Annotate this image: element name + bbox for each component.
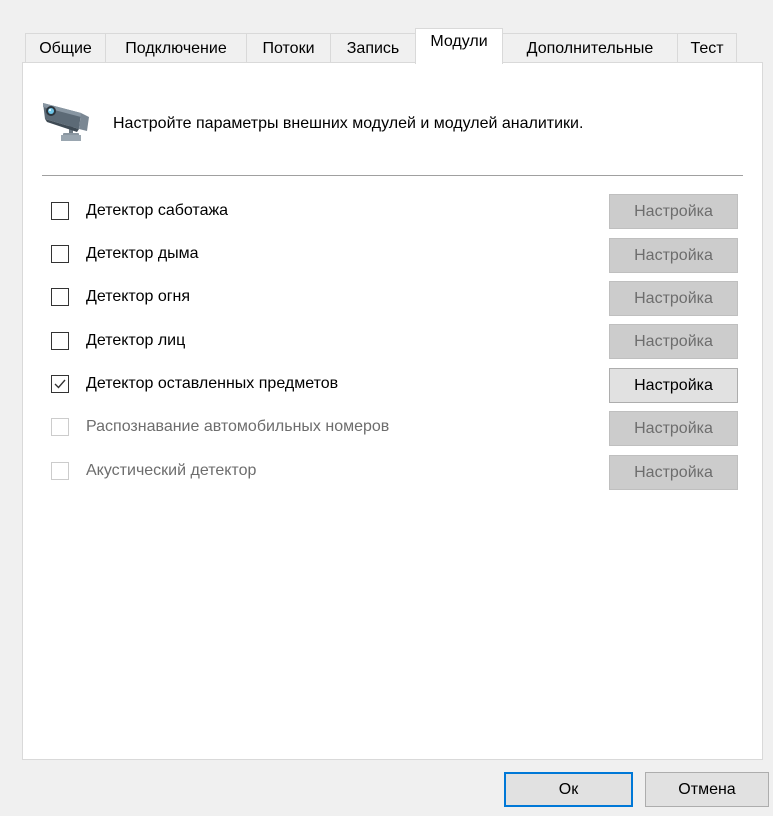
tab-strip: Общие Подключение Потоки Запись Модули Д…: [25, 28, 737, 64]
checkbox: [51, 418, 69, 436]
setup-button-abandoned-object[interactable]: Настройка: [609, 368, 738, 403]
panel-description: Настройте параметры внешних модулей и мо…: [113, 115, 584, 132]
module-label: Детектор лиц: [86, 332, 186, 349]
module-label: Детектор саботажа: [86, 202, 229, 219]
modules-panel: Настройте параметры внешних модулей и мо…: [22, 62, 763, 760]
module-label: Распознавание автомобильных номеров: [86, 418, 390, 435]
module-row-abandoned-object[interactable]: Детектор оставленных предметов: [51, 373, 338, 395]
module-label: Акустический детектор: [86, 462, 257, 479]
tab-advanced[interactable]: Дополнительные: [502, 33, 678, 63]
setup-button-fire[interactable]: Настройка: [609, 281, 738, 316]
tab-label: Модули: [430, 33, 488, 50]
setup-button-license-plate[interactable]: Настройка: [609, 411, 738, 446]
tab-label: Тест: [690, 39, 724, 57]
tab-streams[interactable]: Потоки: [246, 33, 331, 63]
security-camera-icon: [43, 103, 89, 141]
ok-button[interactable]: Ок: [504, 772, 633, 807]
divider: [42, 175, 743, 176]
module-row-license-plate: Распознавание автомобильных номеров: [51, 416, 389, 438]
module-label: Детектор оставленных предметов: [86, 375, 339, 392]
tab-test[interactable]: Тест: [677, 33, 737, 63]
checkbox[interactable]: [51, 288, 69, 306]
checkbox[interactable]: [51, 202, 69, 220]
setup-button-sabotage[interactable]: Настройка: [609, 194, 738, 229]
tab-modules[interactable]: Модули: [415, 28, 503, 64]
panel-header: Настройте параметры внешних модулей и мо…: [41, 99, 583, 149]
tab-label: Подключение: [125, 39, 227, 57]
module-row-sabotage[interactable]: Детектор саботажа: [51, 200, 228, 222]
checkbox[interactable]: [51, 375, 69, 393]
module-row-face[interactable]: Детектор лиц: [51, 330, 185, 352]
setup-button-face[interactable]: Настройка: [609, 324, 738, 359]
setup-button-smoke[interactable]: Настройка: [609, 238, 738, 273]
checkbox: [51, 462, 69, 480]
setup-button-acoustic[interactable]: Настройка: [609, 455, 738, 490]
module-label: Детектор огня: [86, 288, 191, 305]
tab-label: Потоки: [262, 39, 315, 57]
tab-connection[interactable]: Подключение: [105, 33, 247, 63]
tab-label: Запись: [346, 39, 400, 57]
checkbox[interactable]: [51, 245, 69, 263]
tab-general[interactable]: Общие: [25, 33, 106, 63]
tab-label: Общие: [39, 39, 92, 57]
module-label: Детектор дыма: [86, 245, 199, 262]
checkmark-icon: [54, 379, 66, 389]
tab-label: Дополнительные: [526, 39, 654, 57]
checkbox[interactable]: [51, 332, 69, 350]
module-row-smoke[interactable]: Детектор дыма: [51, 243, 199, 265]
tab-recording[interactable]: Запись: [330, 33, 416, 63]
module-row-acoustic: Акустический детектор: [51, 460, 256, 482]
cancel-button[interactable]: Отмена: [645, 772, 769, 807]
module-row-fire[interactable]: Детектор огня: [51, 286, 190, 308]
